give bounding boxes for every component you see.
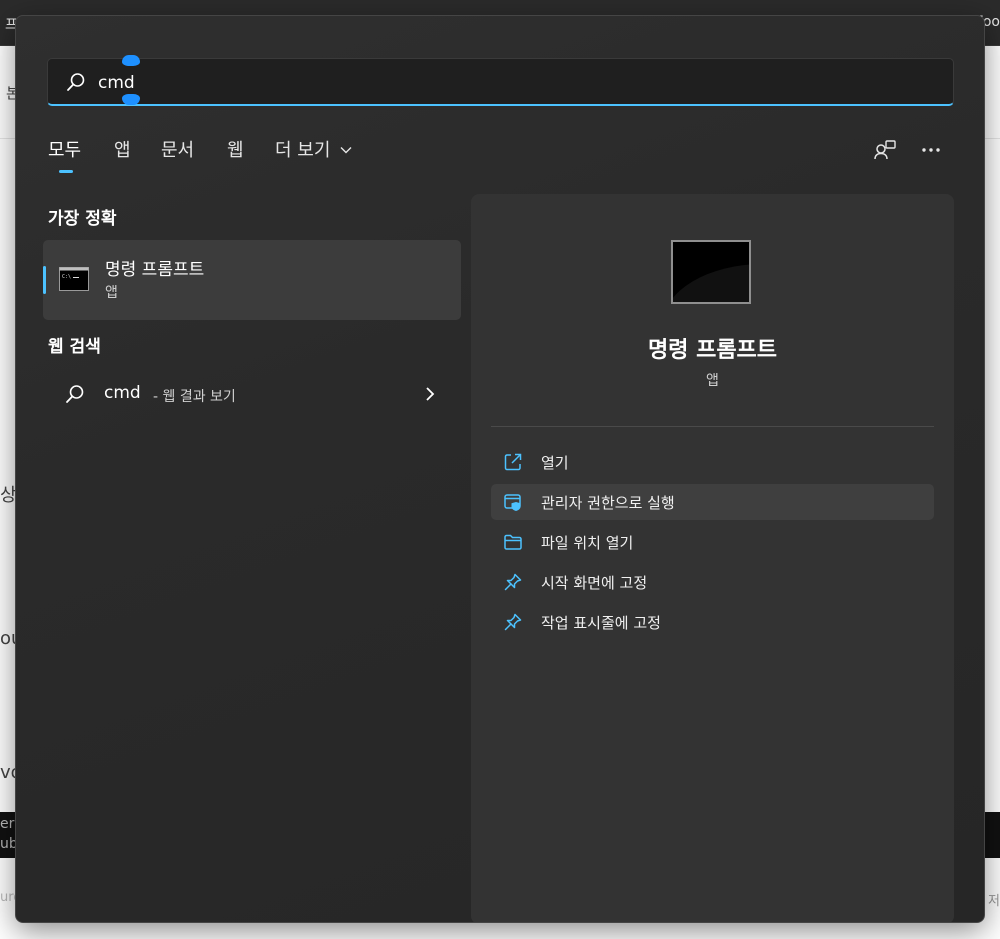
chevron-right-icon[interactable]: [423, 384, 437, 404]
background-text-fragment: 저: [988, 894, 1000, 909]
best-match-item[interactable]: C:\ 명령 프롬프트 앱: [43, 240, 461, 320]
web-search-result[interactable]: cmd - 웹 결과 보기: [43, 372, 461, 416]
action-label: 파일 위치 열기: [541, 534, 634, 552]
text-selection-handle[interactable]: [122, 94, 140, 105]
search-box[interactable]: [47, 58, 954, 106]
web-search-heading: 웹 검색: [48, 337, 101, 357]
action-run-as-admin[interactable]: 관리자 권한으로 실행: [491, 484, 934, 520]
action-label: 시작 화면에 고정: [541, 574, 648, 592]
web-result-query: cmd: [104, 383, 141, 403]
action-label: 관리자 권한으로 실행: [541, 494, 675, 512]
search-icon: [66, 385, 84, 403]
selection-indicator: [43, 266, 46, 294]
svg-text:C:\: C:\: [62, 274, 71, 280]
tab-all[interactable]: 모두: [48, 136, 81, 162]
tab-documents[interactable]: 문서: [161, 136, 194, 162]
account-switch-icon[interactable]: [873, 138, 897, 162]
pin-taskbar-icon: [504, 613, 522, 631]
search-input[interactable]: [98, 70, 898, 96]
preview-app-name: 명령 프롬프트: [647, 338, 778, 363]
tab-more[interactable]: 더 보기: [275, 136, 352, 162]
action-label: 열기: [541, 454, 569, 472]
tab-web[interactable]: 웹: [227, 136, 244, 162]
app-preview-pane: 명령 프롬프트 앱 열기 관리자 권한으로 실행 파일 위치 열기 시작 화면에…: [471, 194, 954, 922]
ellipsis-icon[interactable]: [919, 138, 943, 162]
best-match-type: 앱: [105, 285, 118, 301]
search-icon: [67, 73, 85, 91]
icon-gloss: [673, 264, 749, 302]
chevron-down-icon: [340, 147, 352, 154]
tab-apps[interactable]: 앱: [114, 136, 131, 162]
command-prompt-large-icon: [671, 240, 751, 304]
open-external-icon: [504, 453, 522, 471]
action-pin-to-taskbar[interactable]: 작업 표시줄에 고정: [491, 604, 934, 640]
folder-icon: [504, 534, 522, 550]
pin-icon: [504, 573, 522, 591]
action-open[interactable]: 열기: [491, 444, 934, 480]
text-selection-handle[interactable]: [122, 55, 140, 66]
preview-divider: [491, 426, 934, 427]
tab-more-label: 더 보기: [275, 140, 331, 161]
action-pin-to-start[interactable]: 시작 화면에 고정: [491, 564, 934, 600]
preview-app-type: 앱: [706, 373, 719, 389]
start-search-panel: 모두 앱 문서 웹 더 보기 가장 정확 C:\ 명령 프롬프트 앱: [15, 15, 985, 923]
action-label: 작업 표시줄에 고정: [541, 614, 661, 632]
background-dark-text: er: [0, 816, 15, 832]
best-match-name: 명령 프롬프트: [105, 260, 205, 280]
action-open-file-location[interactable]: 파일 위치 열기: [491, 524, 934, 560]
command-prompt-icon: C:\: [59, 267, 89, 291]
best-match-heading: 가장 정확: [48, 209, 117, 229]
active-tab-indicator: [59, 170, 73, 173]
web-result-suffix: - 웹 결과 보기: [153, 389, 236, 405]
run-as-admin-shield-icon: [504, 494, 521, 511]
